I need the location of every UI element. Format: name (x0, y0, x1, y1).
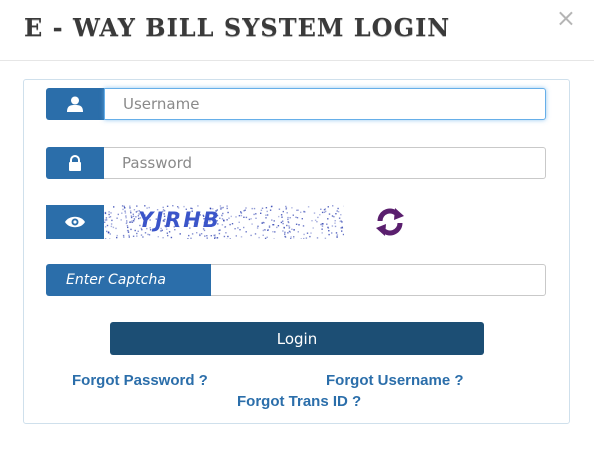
lock-icon (46, 147, 104, 179)
password-group (46, 147, 546, 179)
captcha-label: Enter Captcha (46, 264, 211, 296)
modal-header: E - WAY BILL SYSTEM LOGIN × (0, 0, 594, 61)
login-modal: E - WAY BILL SYSTEM LOGIN × Username YJR… (0, 0, 594, 458)
captcha-input[interactable] (211, 264, 546, 296)
forgot-trans-id-link[interactable]: Forgot Trans ID ? (237, 393, 361, 410)
svg-text:YJRHB: YJRHB (138, 208, 221, 232)
user-icon (46, 88, 104, 120)
login-button[interactable]: Login (110, 322, 484, 355)
forgot-username-link[interactable]: Forgot Username ? (326, 372, 464, 389)
username-group (46, 88, 546, 120)
forgot-password-link[interactable]: Forgot Password ? (72, 372, 208, 389)
captcha-group: Enter Captcha (46, 264, 546, 296)
close-button[interactable]: × (556, 6, 576, 30)
username-input[interactable] (104, 88, 546, 120)
eye-icon[interactable] (46, 205, 104, 239)
captcha-row: YJRHB (46, 205, 404, 239)
password-input[interactable] (104, 147, 546, 179)
captcha-image: YJRHB (104, 205, 344, 239)
modal-title: E - WAY BILL SYSTEM LOGIN (24, 13, 451, 42)
refresh-icon[interactable] (370, 205, 410, 239)
